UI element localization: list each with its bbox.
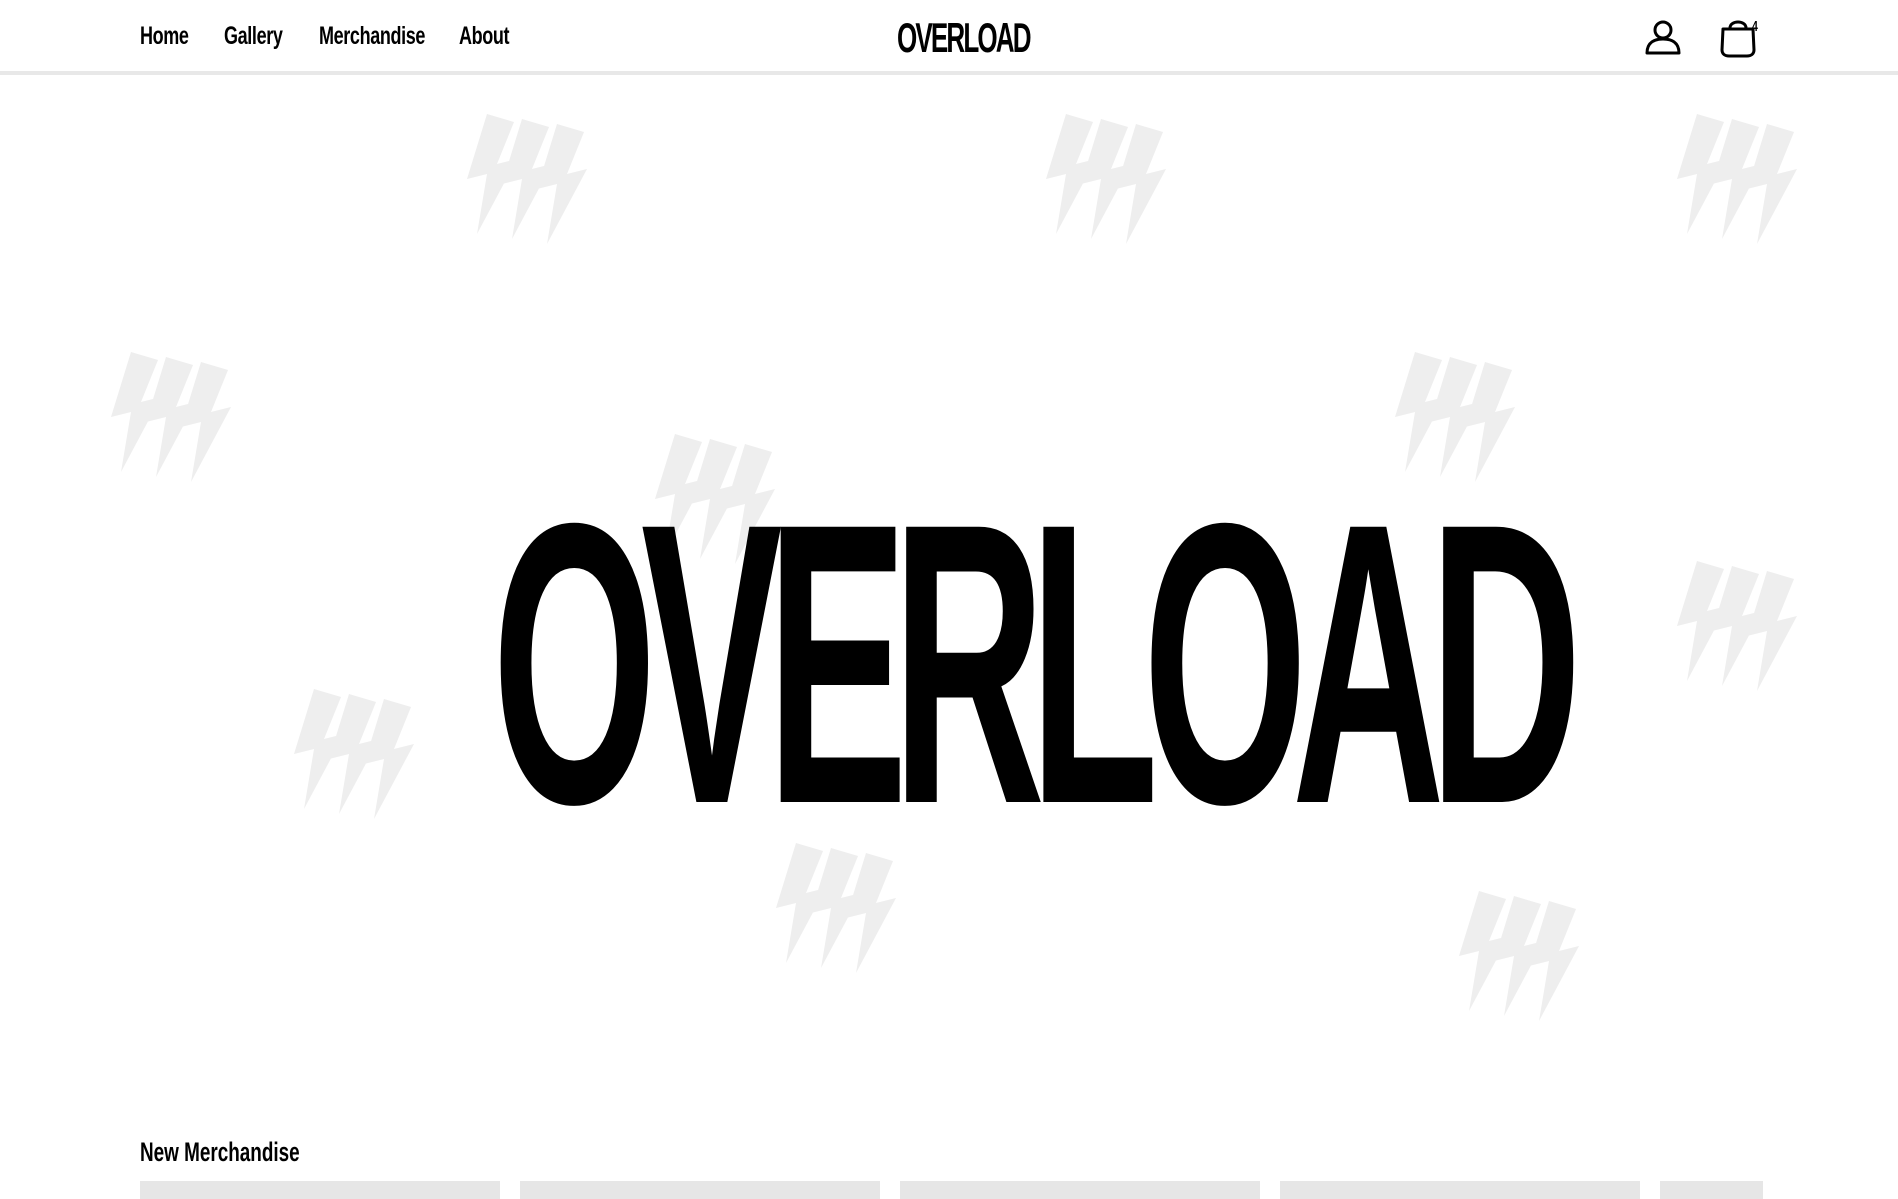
product-card[interactable]: [1280, 1181, 1640, 1199]
cart-count-badge: 4: [1752, 18, 1758, 35]
nav-merchandise-link[interactable]: Merchandise: [319, 22, 425, 51]
account-button[interactable]: [1644, 18, 1682, 56]
product-card[interactable]: [140, 1181, 500, 1199]
lightning-bolt-icon: [1046, 114, 1166, 244]
site-logo[interactable]: OVERLOAD: [897, 14, 1032, 62]
lightning-bolt-icon: [111, 352, 231, 482]
lightning-bolt-icon: [1677, 561, 1797, 691]
site-header: Home Gallery Merchandise About OVERLOAD …: [0, 0, 1898, 75]
product-card[interactable]: [900, 1181, 1260, 1199]
page: Home Gallery Merchandise About OVERLOAD …: [0, 0, 1898, 1199]
lightning-bolt-icon: [1459, 891, 1579, 1021]
lightning-bolt-icon: [1677, 114, 1797, 244]
hero-title: OVERLOAD: [492, 440, 1582, 887]
product-card[interactable]: [520, 1181, 880, 1199]
section-title: New Merchandise: [140, 1137, 300, 1167]
merch-cards: [140, 1181, 1763, 1199]
nav-gallery-link[interactable]: Gallery: [224, 22, 283, 51]
product-card[interactable]: [1660, 1181, 1763, 1199]
nav-home-link[interactable]: Home: [140, 22, 189, 51]
main-nav: Home Gallery Merchandise About: [140, 22, 510, 51]
nav-about-link[interactable]: About: [459, 22, 510, 51]
hero-section: OVERLOAD: [0, 79, 1898, 1119]
lightning-bolt-icon: [467, 114, 587, 244]
cart-button[interactable]: 4: [1718, 16, 1766, 58]
user-icon: [1645, 20, 1681, 55]
lightning-bolt-icon: [294, 689, 414, 819]
